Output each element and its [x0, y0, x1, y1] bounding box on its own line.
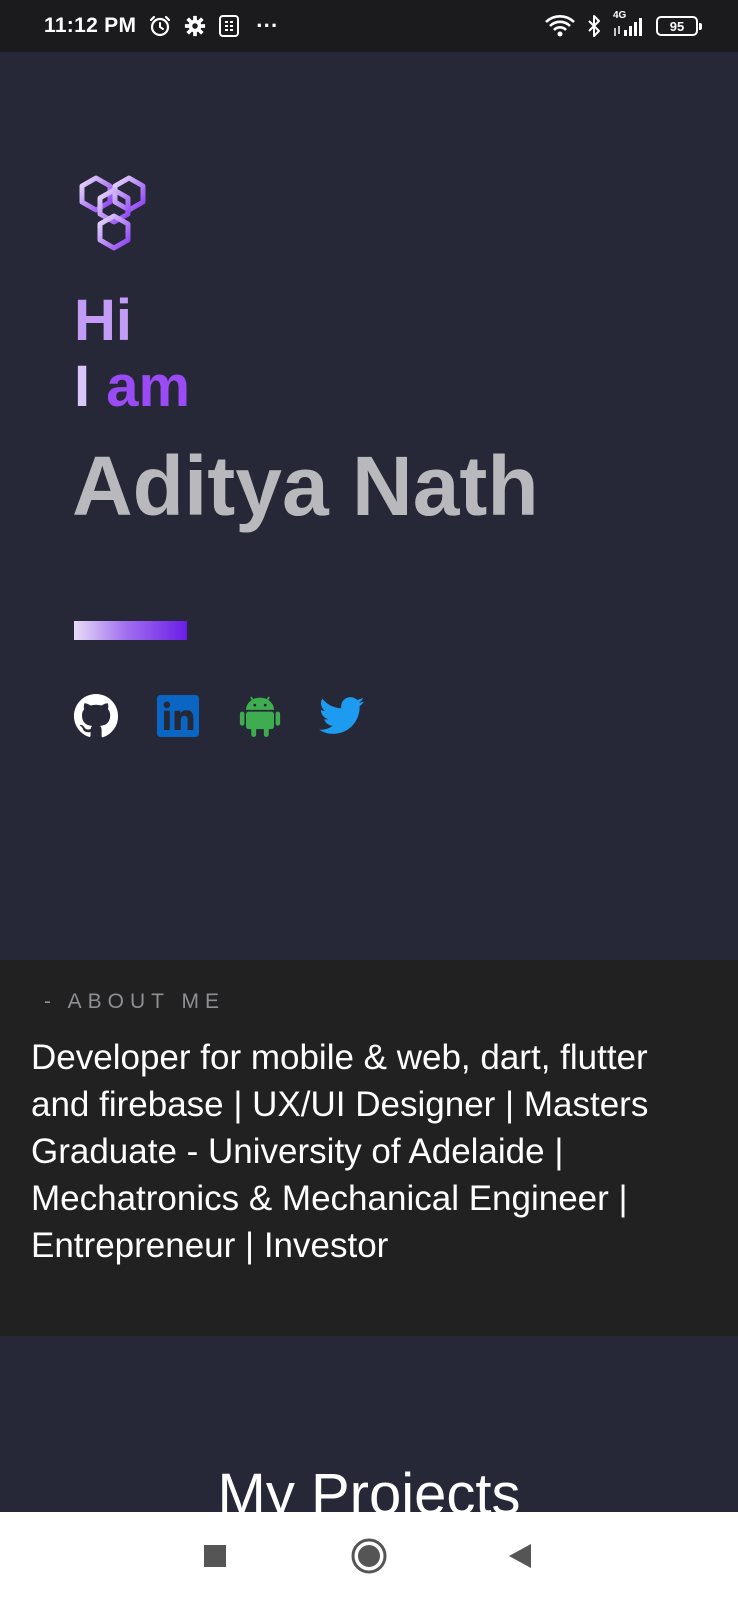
status-time: 11:12 PM [44, 14, 137, 37]
hero-section: Hi I am Aditya Nath [0, 52, 738, 960]
about-label: - ABOUT ME [44, 990, 225, 1013]
navigation-bar [0, 1512, 738, 1600]
settings-icon [184, 15, 206, 37]
bluetooth-icon [586, 14, 602, 38]
more-icon: ··· [256, 13, 279, 38]
greeting-i: I [74, 354, 91, 419]
back-button[interactable] [498, 1534, 542, 1578]
profile-name: Aditya Nath [72, 439, 539, 533]
status-left: 11:12 PM ··· [44, 0, 278, 52]
android-icon[interactable] [236, 692, 284, 740]
greeting-hi: Hi [74, 288, 132, 353]
wifi-icon [544, 14, 576, 38]
network-label: 4G [613, 10, 627, 21]
alarm-icon [148, 14, 172, 38]
signal-icon: 4G [612, 10, 646, 38]
battery-level: 95 [669, 18, 685, 34]
recents-button[interactable] [193, 1534, 237, 1578]
social-links [72, 692, 400, 740]
twitter-icon[interactable] [318, 692, 366, 740]
sim-icon [218, 14, 240, 38]
about-text: Developer for mobile & web, dart, flutte… [31, 1038, 649, 1265]
github-icon[interactable] [72, 692, 120, 740]
linkedin-icon[interactable] [154, 692, 202, 740]
greeting-am: am [106, 354, 191, 419]
status-right: 4G 95 [544, 0, 702, 52]
greeting-i-am: I am [74, 358, 190, 416]
hexagon-cluster-logo [74, 172, 164, 267]
status-bar: 11:12 PM ··· 4G 95 [0, 0, 738, 52]
battery-icon: 95 [656, 16, 702, 36]
accent-underline [74, 621, 187, 640]
home-button[interactable] [347, 1534, 391, 1578]
